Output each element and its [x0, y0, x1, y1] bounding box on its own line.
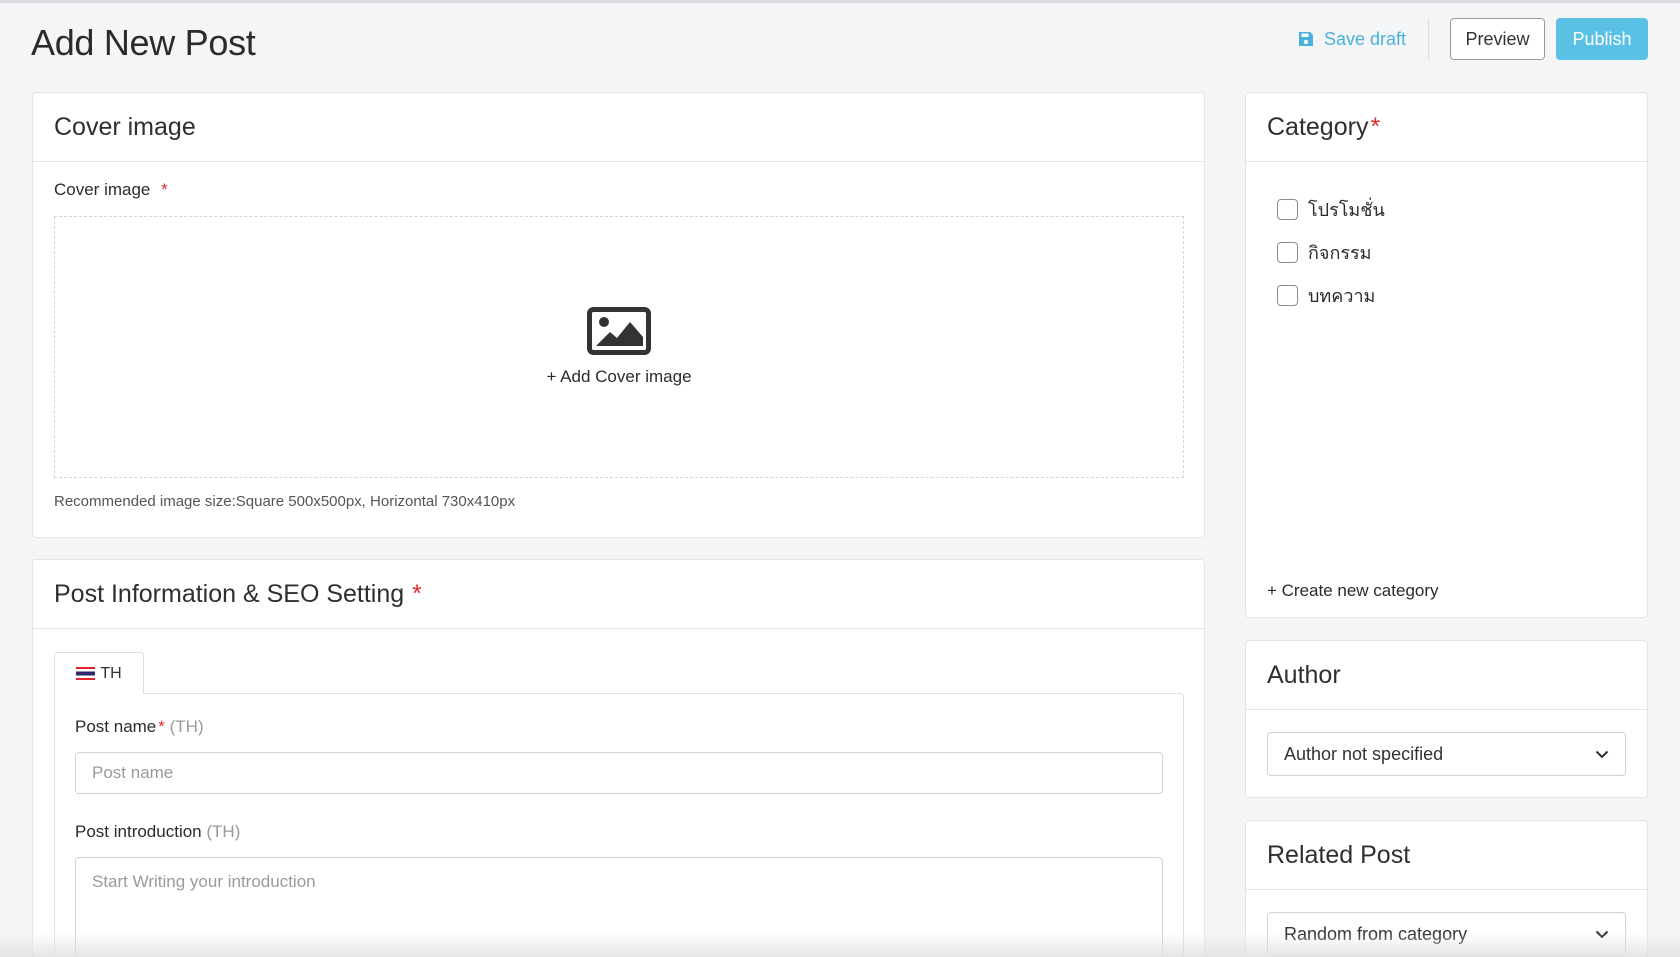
author-select-value: Author not specified	[1284, 743, 1444, 764]
cover-image-hint: Recommended image size:Square 500x500px,…	[54, 493, 516, 510]
post-info-card-title: Post Information & SEO Setting *	[33, 560, 1204, 629]
related-post-select[interactable]: Random from category	[1267, 912, 1626, 956]
category-checkbox[interactable]	[1277, 285, 1298, 306]
post-intro-lang: (TH)	[206, 822, 241, 841]
category-item-label: โปรโมชั่น	[1308, 200, 1385, 220]
post-intro-label: Post introduction (TH)	[75, 822, 240, 842]
category-checkbox[interactable]	[1277, 242, 1298, 263]
category-card-title: Category *	[1246, 93, 1647, 162]
save-draft-button[interactable]: Save draft	[1298, 29, 1406, 50]
chevron-down-icon	[1595, 930, 1609, 938]
category-item[interactable]: บทความ	[1277, 274, 1385, 317]
required-mark: *	[412, 579, 422, 608]
post-intro-textarea[interactable]	[75, 857, 1163, 957]
actions-divider	[1428, 18, 1429, 60]
tab-th-label: TH	[100, 664, 122, 682]
publish-button[interactable]: Publish	[1556, 18, 1648, 60]
category-list: โปรโมชั่น กิจกรรม บทความ	[1277, 188, 1385, 317]
category-item-label: บทความ	[1308, 286, 1376, 306]
author-card: Author Author not specified	[1245, 640, 1648, 798]
page-title: Add New Post	[31, 22, 256, 63]
header-actions: Save draft Preview Publish	[1298, 18, 1648, 60]
category-checkbox[interactable]	[1277, 199, 1298, 220]
thai-flag-icon	[76, 667, 96, 680]
post-name-input[interactable]	[75, 752, 1163, 794]
floppy-disk-icon	[1298, 32, 1313, 46]
cover-field-label: Cover image *	[54, 180, 168, 200]
category-item-label: กิจกรรม	[1308, 243, 1372, 263]
author-card-title: Author	[1246, 641, 1647, 710]
cover-field-label-text: Cover image	[54, 180, 151, 199]
create-category-link[interactable]: + Create new category	[1267, 581, 1439, 601]
required-mark: *	[158, 717, 165, 736]
category-title-text: Category	[1267, 112, 1369, 141]
image-icon	[587, 307, 651, 355]
related-post-card-title: Related Post	[1246, 821, 1647, 890]
save-draft-label: Save draft	[1323, 28, 1406, 49]
post-info-card: Post Information & SEO Setting * TH Post…	[32, 559, 1205, 957]
required-mark: *	[161, 180, 168, 199]
related-post-card: Related Post Random from category	[1245, 820, 1648, 957]
chevron-down-icon	[1595, 750, 1609, 758]
category-item[interactable]: กิจกรรม	[1277, 231, 1385, 274]
author-select[interactable]: Author not specified	[1267, 732, 1626, 776]
category-item[interactable]: โปรโมชั่น	[1277, 188, 1385, 231]
required-mark: *	[1370, 112, 1381, 141]
tab-th-panel: Post name* (TH) Post introduction (TH)	[54, 693, 1184, 957]
post-name-label-text: Post name	[75, 717, 157, 736]
preview-button[interactable]: Preview	[1450, 18, 1545, 60]
cover-card-title: Cover image	[33, 93, 1204, 162]
add-cover-image-link[interactable]: + Add Cover image	[546, 367, 691, 387]
related-post-select-value: Random from category	[1284, 923, 1468, 944]
tab-th[interactable]: TH	[54, 652, 144, 694]
post-intro-label-text: Post introduction	[75, 822, 202, 841]
post-info-title-text: Post Information & SEO Setting	[54, 579, 405, 608]
post-name-lang: (TH)	[169, 717, 204, 736]
top-border	[0, 0, 1680, 3]
category-card: Category * โปรโมชั่น กิจกรรม บทความ + Cre…	[1245, 92, 1648, 618]
cover-image-card: Cover image Cover image * + Add Cover im…	[32, 92, 1205, 538]
cover-image-dropzone[interactable]: + Add Cover image	[54, 216, 1184, 478]
post-name-label: Post name * (TH)	[75, 717, 204, 737]
